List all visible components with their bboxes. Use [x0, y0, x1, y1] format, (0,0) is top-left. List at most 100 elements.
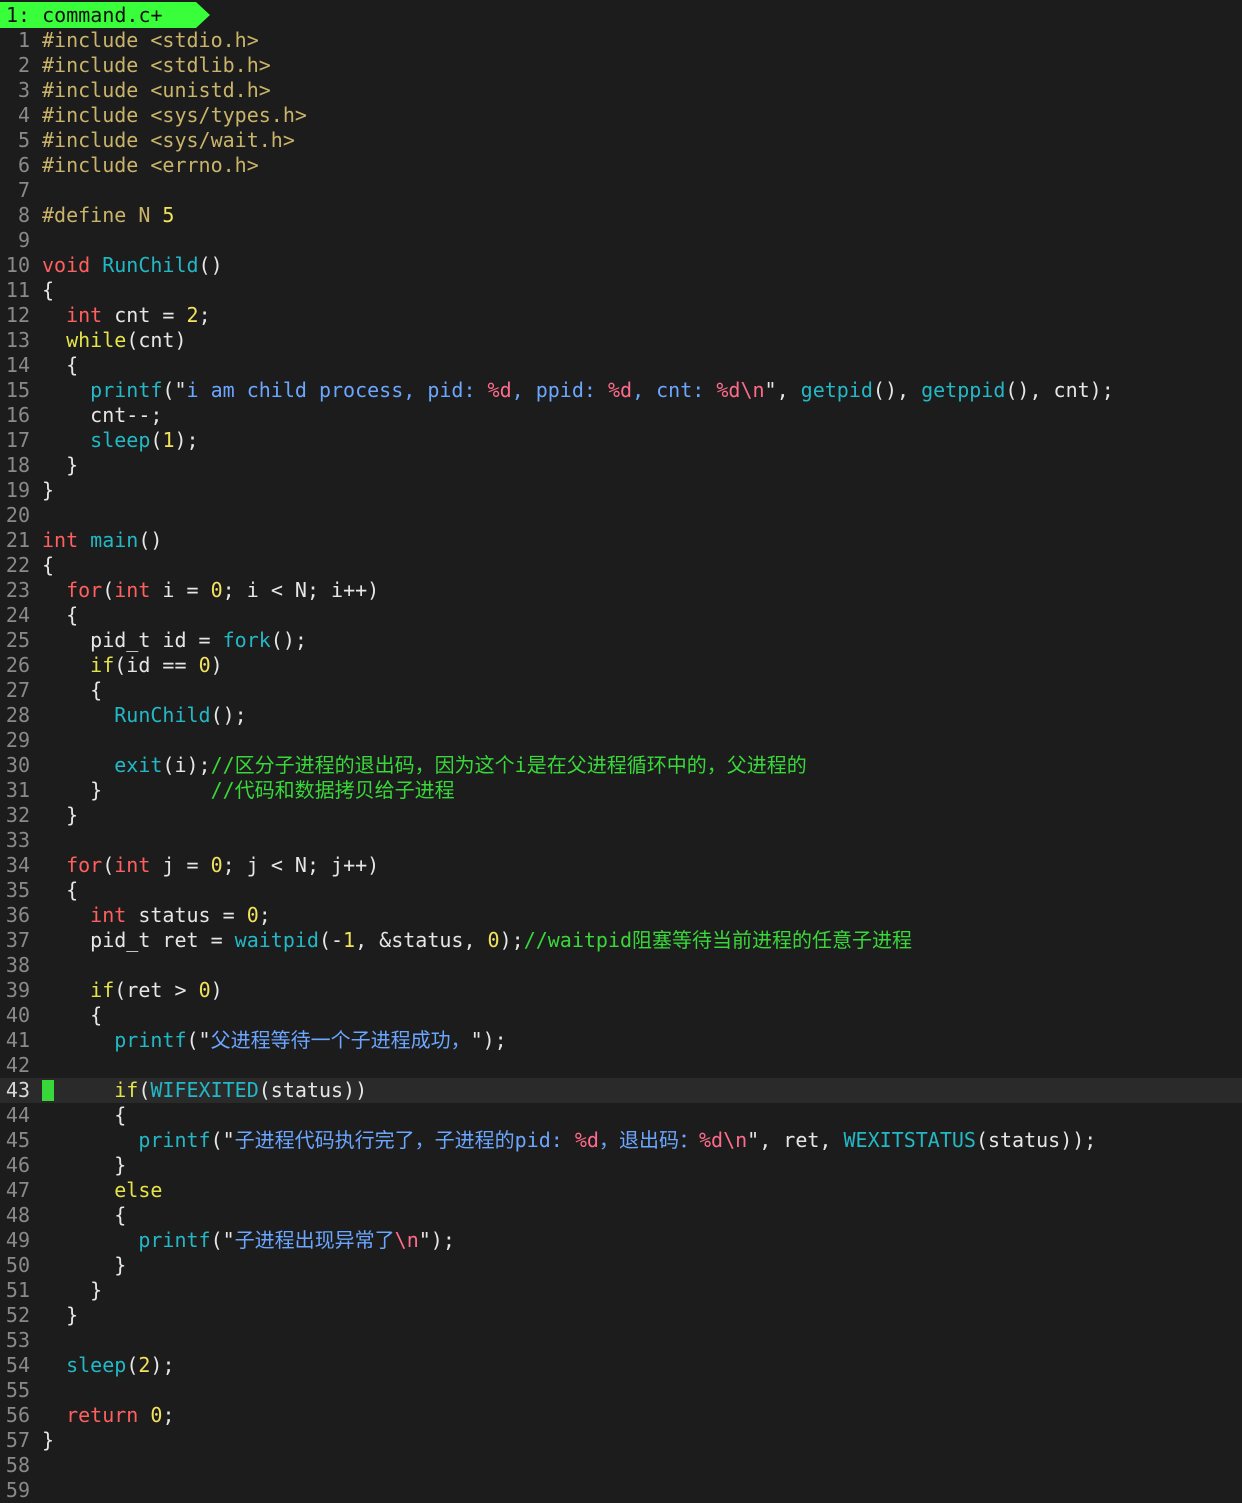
- code-line[interactable]: 39 if(ret > 0): [0, 978, 1242, 1003]
- code-line[interactable]: 13 while(cnt): [0, 328, 1242, 353]
- code-line[interactable]: 5 #include <sys/wait.h>: [0, 128, 1242, 153]
- code-line[interactable]: 10 void RunChild(): [0, 253, 1242, 278]
- code-line[interactable]: 53: [0, 1328, 1242, 1353]
- code-line[interactable]: 56 return 0;: [0, 1403, 1242, 1428]
- line-number: 27: [5, 678, 30, 702]
- code-line[interactable]: 7: [0, 178, 1242, 203]
- code-token: , &status,: [355, 928, 488, 952]
- code-text: printf("父进程等待一个子进程成功，");: [42, 1028, 507, 1053]
- code-line[interactable]: 45 printf("子进程代码执行完了，子进程的pid: %d，退出码：%d\…: [0, 1128, 1242, 1153]
- code-line[interactable]: 27 {: [0, 678, 1242, 703]
- code-line[interactable]: 38: [0, 953, 1242, 978]
- code-line[interactable]: 55: [0, 1378, 1242, 1403]
- code-text: exit(i);//区分子进程的退出码，因为这个i是在父进程循环中的，父进程的: [42, 753, 806, 778]
- code-line[interactable]: 25 pid_t id = fork();: [0, 628, 1242, 653]
- code-line[interactable]: 26 if(id == 0): [0, 653, 1242, 678]
- code-line[interactable]: 23 for(int i = 0; i < N; i++): [0, 578, 1242, 603]
- code-line[interactable]: 24 {: [0, 603, 1242, 628]
- code-line[interactable]: 16 cnt--;: [0, 403, 1242, 428]
- code-line[interactable]: 47 else: [0, 1178, 1242, 1203]
- code-token: getppid: [921, 378, 1006, 402]
- code-line[interactable]: 51 }: [0, 1278, 1242, 1303]
- code-line[interactable]: 36 int status = 0;: [0, 903, 1242, 928]
- code-line[interactable]: 3 #include <unistd.h>: [0, 78, 1242, 103]
- code-line[interactable]: 22 {: [0, 553, 1242, 578]
- code-line[interactable]: 54 sleep(2);: [0, 1353, 1242, 1378]
- code-line[interactable]: 9: [0, 228, 1242, 253]
- code-line[interactable]: 6 #include <errno.h>: [0, 153, 1242, 178]
- code-text: int status = 0;: [42, 903, 271, 928]
- code-line[interactable]: 2 #include <stdlib.h>: [0, 53, 1242, 78]
- code-line[interactable]: 19}: [0, 478, 1242, 503]
- code-line[interactable]: 18 }: [0, 453, 1242, 478]
- code-token: (): [198, 253, 223, 277]
- code-text: if(ret > 0): [42, 978, 222, 1003]
- code-token: }: [42, 478, 55, 502]
- code-line[interactable]: 21 int main(): [0, 528, 1242, 553]
- code-line[interactable]: 48 {: [0, 1203, 1242, 1228]
- code-line[interactable]: 49 printf("子进程出现异常了\n");: [0, 1228, 1242, 1253]
- code-line[interactable]: 29: [0, 728, 1242, 753]
- code-line[interactable]: 52 }: [0, 1303, 1242, 1328]
- code-line[interactable]: 31 } //代码和数据拷贝给子进程: [0, 778, 1242, 803]
- code-token: printf: [138, 1128, 211, 1152]
- code-text: }: [42, 1153, 126, 1178]
- code-line[interactable]: 11 {: [0, 278, 1242, 303]
- code-line[interactable]: 34 for(int j = 0; j < N; j++): [0, 853, 1242, 878]
- code-text: RunChild();: [42, 703, 246, 728]
- code-line[interactable]: 4 #include <sys/types.h>: [0, 103, 1242, 128]
- code-line[interactable]: 59: [0, 1478, 1242, 1503]
- code-line[interactable]: 35 {: [0, 878, 1242, 903]
- code-token: ; i < N; i++): [222, 578, 380, 602]
- code-token: ): [210, 653, 223, 677]
- code-token: ");: [470, 1028, 507, 1052]
- code-line[interactable]: 12 int cnt = 2;: [0, 303, 1242, 328]
- code-text: #include <sys/types.h>: [42, 103, 307, 128]
- code-line[interactable]: 58: [0, 1453, 1242, 1478]
- code-line[interactable]: 42: [0, 1053, 1242, 1078]
- code-line[interactable]: 32 }: [0, 803, 1242, 828]
- code-line[interactable]: 14 {: [0, 353, 1242, 378]
- code-text: cnt--;: [42, 403, 162, 428]
- code-line[interactable]: 37 pid_t ret = waitpid(-1, &status, 0);/…: [0, 928, 1242, 953]
- code-text: }: [42, 478, 54, 503]
- code-line[interactable]: 40 {: [0, 1003, 1242, 1028]
- code-line[interactable]: 1 #include <stdio.h>: [0, 28, 1242, 53]
- code-token: );: [174, 428, 199, 452]
- code-text: #include <stdio.h>: [42, 28, 259, 53]
- code-token: //代码和数据拷贝给子进程: [210, 778, 455, 802]
- code-line[interactable]: 30 exit(i);//区分子进程的退出码，因为这个i是在父进程循环中的，父进…: [0, 753, 1242, 778]
- code-line[interactable]: 33: [0, 828, 1242, 853]
- code-line[interactable]: 57}: [0, 1428, 1242, 1453]
- code-line[interactable]: 15 printf("i am child process, pid: %d, …: [0, 378, 1242, 403]
- code-token: N: [138, 203, 163, 227]
- code-token: #include: [42, 28, 151, 52]
- code-line[interactable]: 8 #define N 5: [0, 203, 1242, 228]
- line-number: 1: [17, 28, 30, 52]
- code-line[interactable]: 20: [0, 503, 1242, 528]
- code-token: %d: [487, 378, 512, 402]
- line-number: 49: [5, 1228, 30, 1252]
- code-line[interactable]: 44 {: [0, 1103, 1242, 1128]
- code-token: ，退出码：: [598, 1128, 699, 1152]
- buffer-tab[interactable]: 1: command.c+: [0, 2, 210, 28]
- code-area[interactable]: 1 #include <stdio.h> 2 #include <stdlib.h> 3…: [0, 28, 1242, 1503]
- code-line[interactable]: 50 }: [0, 1253, 1242, 1278]
- code-token: while: [66, 328, 127, 352]
- code-line[interactable]: 46 }: [0, 1153, 1242, 1178]
- code-token: (), cnt);: [1005, 378, 1114, 402]
- code-line[interactable]: 41 printf("父进程等待一个子进程成功，");: [0, 1028, 1242, 1053]
- tabline: 1: command.c+: [0, 0, 1242, 28]
- code-line[interactable]: 17 sleep(1);: [0, 428, 1242, 453]
- vim-editor[interactable]: 1: command.c+ 1 #include <stdio.h> 2 #inclu…: [0, 0, 1242, 1502]
- code-text: printf("子进程出现异常了\n");: [42, 1228, 455, 1253]
- code-token: (): [138, 528, 163, 552]
- code-line[interactable]: 28 RunChild();: [0, 703, 1242, 728]
- code-line[interactable]: 43 if(WIFEXITED(status)): [0, 1078, 1242, 1103]
- code-token: ");: [418, 1228, 455, 1252]
